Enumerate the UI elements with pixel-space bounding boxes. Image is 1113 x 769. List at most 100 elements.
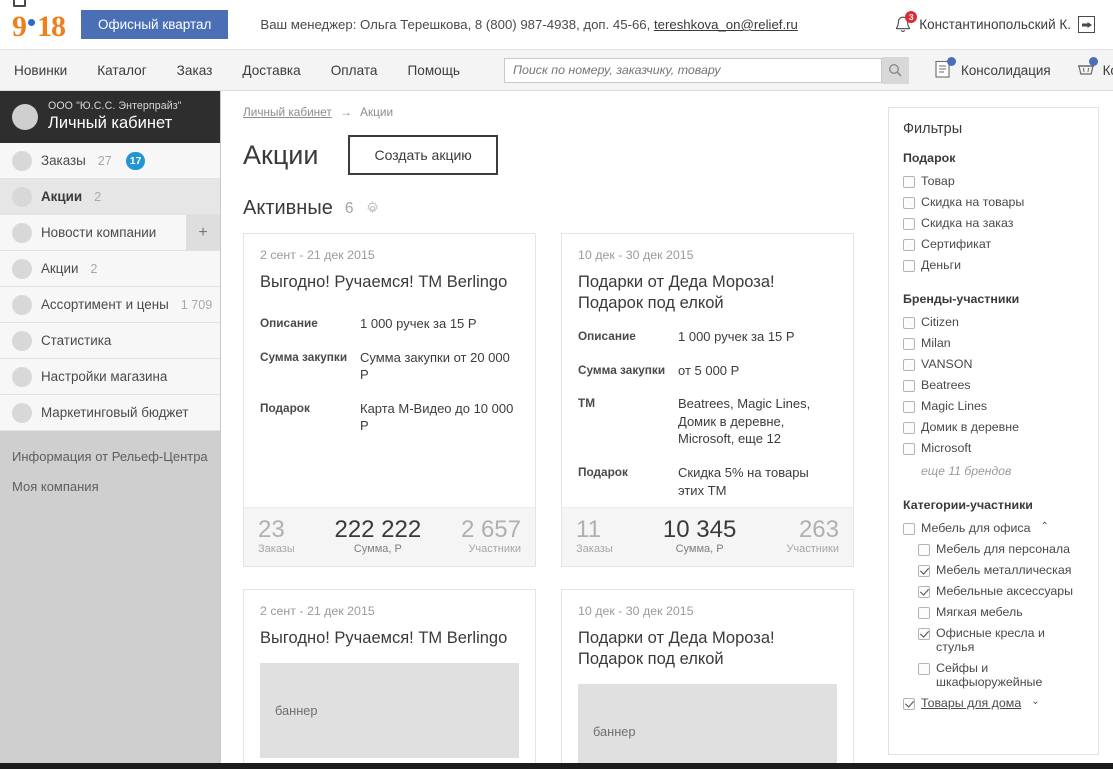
brand-badge[interactable]: Офисный квартал	[81, 9, 229, 40]
promotion-detail-row: Сумма закупки Сумма закупки от 20 000 Р	[260, 349, 519, 384]
promotion-card[interactable]: 10 дек - 30 дек 2015 Подарки от Деда Мор…	[561, 589, 854, 769]
show-more-brands-link[interactable]: еще 11 брендов	[921, 464, 1084, 478]
sidebar-item-label: Ассортимент и цены	[41, 297, 169, 312]
filter-option[interactable]: Домик в деревне	[903, 420, 1084, 434]
filter-option[interactable]: Мебель металлическая	[918, 563, 1084, 577]
filter-option[interactable]: Citizen	[903, 315, 1084, 329]
gear-icon[interactable]	[365, 200, 380, 216]
promotion-card[interactable]: 2 сент - 21 дек 2015 Выгодно! Ручаемся! …	[243, 233, 536, 568]
filter-option[interactable]: Деньги	[903, 258, 1084, 272]
promotion-card[interactable]: 2 сент - 21 дек 2015 Выгодно! Ручаемся! …	[243, 589, 536, 769]
filter-option-label: Мебель для офиса	[921, 521, 1031, 535]
filter-option[interactable]: Magic Lines	[903, 399, 1084, 413]
sidebar-item-akcii[interactable]: Акции 2	[0, 251, 220, 287]
promotion-card[interactable]: 10 дек - 30 дек 2015 Подарки от Деда Мор…	[561, 233, 854, 568]
filter-option[interactable]: Мебельные аксессуары	[918, 584, 1084, 598]
filter-option[interactable]: Сейфы и шкафыоружейные	[918, 661, 1084, 689]
cart-action[interactable]: Корзина	[1077, 57, 1113, 80]
checkbox-icon[interactable]	[903, 698, 915, 710]
filter-option[interactable]: Скидка на заказ	[903, 216, 1084, 230]
sidebar-item-assortiment[interactable]: Ассортимент и цены 1 709	[0, 287, 220, 323]
promotion-title[interactable]: Подарки от Деда Мороза! Подарок под елко…	[578, 628, 837, 670]
sidebar-item-zakazy[interactable]: Заказы 27 17	[0, 143, 220, 179]
checkbox-icon[interactable]	[903, 401, 915, 413]
sidebar-item-statistika[interactable]: Статистика	[0, 323, 220, 359]
filter-option[interactable]: VANSON	[903, 357, 1084, 371]
nav-item-zakaz[interactable]: Заказ	[177, 63, 213, 78]
detail-value: 1 000 ручек за 15 Р	[678, 329, 795, 345]
sidebar-footer-link-company[interactable]: Моя компания	[12, 479, 208, 494]
chevron-up-icon[interactable]: ⌃	[1040, 521, 1048, 532]
checkbox-icon[interactable]	[903, 317, 915, 329]
filter-option-label: Сейфы и шкафыоружейные	[936, 661, 1043, 689]
checkbox-icon[interactable]	[903, 380, 915, 392]
filter-option[interactable]: Товар	[903, 174, 1084, 188]
promotion-banner-placeholder: баннер	[578, 684, 837, 769]
detail-key: Сумма закупки	[260, 349, 348, 364]
nav-item-oplata[interactable]: Оплата	[331, 63, 378, 78]
checkbox-icon[interactable]	[918, 565, 930, 577]
filter-option[interactable]: Сертификат	[903, 237, 1084, 251]
checkbox-icon[interactable]	[918, 628, 930, 640]
notification-bell-icon[interactable]: 3	[894, 10, 918, 35]
checkbox-icon[interactable]	[903, 197, 915, 209]
checkbox-icon[interactable]	[918, 607, 930, 619]
sidebar-item-novosti[interactable]: Новости компании +	[0, 215, 220, 251]
filter-option-label: Скидка на товары	[921, 195, 1025, 209]
logout-icon[interactable]	[1078, 16, 1095, 33]
site-logo[interactable]: 9 18	[12, 0, 66, 41]
checkbox-icon[interactable]	[903, 239, 915, 251]
promotions-secondary-icon	[12, 258, 32, 279]
filter-option[interactable]: Товары для дома ⌄	[903, 696, 1084, 710]
checkbox-icon[interactable]	[918, 544, 930, 556]
promotions-card-grid: 2 сент - 21 дек 2015 Выгодно! Ручаемся! …	[243, 233, 855, 769]
checkbox-icon[interactable]	[903, 338, 915, 350]
user-name-label[interactable]: Константинопольский К.	[919, 17, 1071, 32]
checkbox-icon[interactable]	[903, 359, 915, 371]
sidebar-item-budget[interactable]: Маркетинговый бюджет	[0, 395, 220, 431]
filter-option[interactable]: Beatrees	[903, 378, 1084, 392]
sidebar-item-nastroyki[interactable]: Настройки магазина	[0, 359, 220, 395]
company-name: ООО "Ю.С.С. Энтерпрайз"	[48, 100, 182, 113]
checkbox-icon[interactable]	[903, 260, 915, 272]
search-button[interactable]	[882, 56, 910, 84]
filter-option-label: Мебель металлическая	[936, 563, 1072, 577]
add-news-button[interactable]: +	[186, 215, 220, 250]
promotion-title[interactable]: Подарки от Деда Мороза! Подарок под елко…	[578, 272, 837, 314]
account-header[interactable]: ООО "Ю.С.С. Энтерпрайз" Личный кабинет	[0, 91, 220, 143]
checkbox-icon[interactable]	[903, 422, 915, 434]
create-promotion-button[interactable]: Создать акцию	[348, 135, 498, 175]
nav-item-pomosch[interactable]: Помощь	[408, 63, 461, 78]
search-icon	[889, 63, 902, 77]
filter-option[interactable]: Мягкая мебель	[918, 605, 1084, 619]
manager-email-link[interactable]: tereshkova_on@relief.ru	[654, 17, 798, 32]
checkbox-icon[interactable]	[918, 663, 930, 675]
checkbox-icon[interactable]	[903, 176, 915, 188]
detail-key: Подарок	[260, 400, 310, 415]
sidebar-item-akcii-active[interactable]: Акции 2	[0, 179, 220, 215]
filter-option[interactable]: Скидка на товары	[903, 195, 1084, 209]
filter-option[interactable]: Офисные кресла и стулья	[918, 626, 1084, 654]
promotion-title[interactable]: Выгодно! Ручаемся! ТМ Berlingo	[260, 628, 519, 649]
chevron-down-icon[interactable]: ⌄	[1031, 696, 1039, 707]
checkbox-icon[interactable]	[903, 443, 915, 455]
checkbox-icon[interactable]	[903, 218, 915, 230]
nav-item-novinki[interactable]: Новинки	[14, 63, 67, 78]
nav-item-dostavka[interactable]: Доставка	[242, 63, 300, 78]
promotion-title[interactable]: Выгодно! Ручаемся! ТМ Berlingo	[260, 272, 519, 293]
filter-group-categories: Категории-участники Мебель для офиса ⌃ М…	[903, 498, 1084, 710]
filter-group-title: Подарок	[903, 151, 956, 165]
filter-option[interactable]: Мебель для персонала	[918, 542, 1084, 556]
nav-item-katalog[interactable]: Каталог	[97, 63, 146, 78]
promotion-stats: 11 Заказы 10 345 Сумма, Р 263 Участники	[562, 507, 853, 567]
filter-option[interactable]: Мебель для офиса ⌃	[903, 521, 1084, 535]
sidebar-footer-link-info[interactable]: Информация от Рельеф-Центра	[12, 449, 208, 464]
checkbox-icon[interactable]	[918, 586, 930, 598]
consolidation-action[interactable]: Консолидация	[935, 57, 1051, 80]
filter-option[interactable]: Microsoft	[903, 441, 1084, 455]
search-input[interactable]	[504, 57, 883, 83]
breadcrumb-home-link[interactable]: Личный кабинет	[243, 105, 332, 119]
consolidation-label: Консолидация	[961, 62, 1051, 78]
checkbox-icon[interactable]	[903, 523, 915, 535]
filter-option[interactable]: Milan	[903, 336, 1084, 350]
